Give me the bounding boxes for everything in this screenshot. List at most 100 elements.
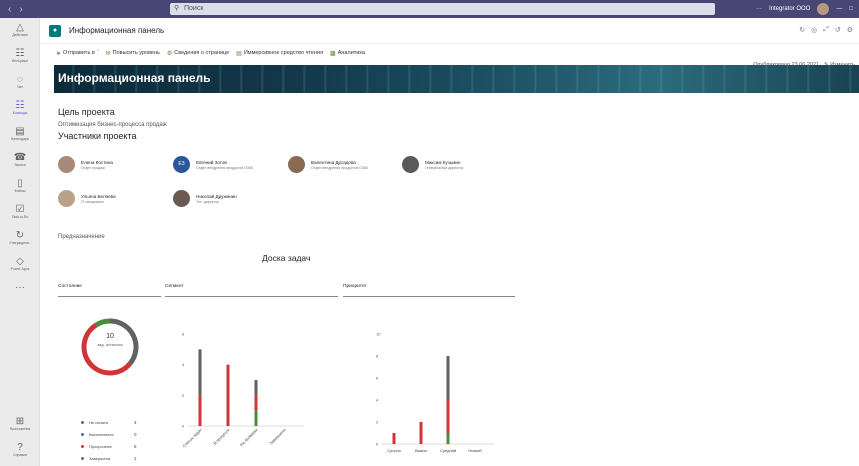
bar-segment[interactable] bbox=[254, 395, 258, 411]
section-divider bbox=[343, 296, 515, 297]
avatar bbox=[58, 156, 75, 173]
legend-dot bbox=[81, 433, 84, 436]
team-member[interactable]: Максим Кузьмин Генеральный директор bbox=[402, 156, 464, 173]
avatar bbox=[173, 190, 190, 207]
x-tick-label: На проверке bbox=[239, 427, 260, 448]
legend-dot bbox=[81, 421, 84, 424]
more-icon: ··· bbox=[15, 282, 25, 293]
forward-icon[interactable]: › bbox=[19, 4, 22, 15]
chat-icon: ◌ bbox=[17, 74, 23, 85]
member-name: Ульяна Беляева bbox=[81, 193, 116, 199]
bar-segment[interactable] bbox=[254, 380, 258, 396]
rail-item[interactable]: ☎ Звонки bbox=[0, 152, 40, 174]
rail-item[interactable]: ⊞ Приложения bbox=[0, 416, 40, 438]
legend-label: Выполняется bbox=[89, 432, 114, 437]
window-titlebar: ‹ › ⚲ Поиск ··· Integrator OOO — □ bbox=[0, 0, 859, 18]
rail-item[interactable]: ☑ Task.ru.Ro bbox=[0, 204, 40, 226]
avatar[interactable] bbox=[817, 3, 830, 15]
segment-bar-chart: 0 2 4 6 Список задач В процессе На проверке Зав… bbox=[181, 332, 304, 448]
chevron-down-icon: ˇ bbox=[96, 50, 99, 56]
avatar: ЕЗ bbox=[173, 156, 190, 173]
bar-segment[interactable] bbox=[446, 400, 450, 433]
teams-icon: ☷ bbox=[15, 100, 25, 111]
x-tick-label: Средний bbox=[440, 448, 456, 453]
y-tick-label: 6 bbox=[182, 332, 185, 337]
x-tick-label: Завершено bbox=[268, 427, 287, 446]
send-to-button[interactable]: ➤ Отправить вˇ bbox=[56, 50, 99, 57]
member-role: Отдел продаж bbox=[81, 165, 105, 170]
bar-segment[interactable] bbox=[254, 410, 258, 426]
x-tick-label: В процессе bbox=[212, 427, 231, 446]
y-tick-label: 2 bbox=[376, 420, 379, 425]
bar-segment[interactable] bbox=[392, 433, 396, 444]
legend-label: Не начата bbox=[89, 420, 108, 425]
hero-title: Информационная панель bbox=[58, 71, 211, 85]
promote-button[interactable]: ✉ Повысить уровень bbox=[106, 50, 160, 57]
y-tick-label: 4 bbox=[182, 362, 185, 367]
rail-item[interactable]: ? Справка bbox=[0, 442, 40, 464]
analytics-button[interactable]: ▩ Аналитика bbox=[330, 50, 365, 57]
member-name: Максим Кузьмин bbox=[425, 159, 461, 165]
expand-icon[interactable]: ⤢ bbox=[823, 26, 829, 34]
bar-segment[interactable] bbox=[226, 364, 230, 426]
cmd-label: Иммерсивное средство чтения bbox=[243, 50, 324, 56]
book-icon: ▤ bbox=[236, 50, 242, 57]
donut-label: зад. осталось bbox=[97, 342, 123, 347]
team-member[interactable]: Елена Костина Отдел продаж bbox=[58, 156, 113, 173]
rail-item[interactable]: ↻ Утверждени.. bbox=[0, 230, 40, 252]
bar-segment[interactable] bbox=[198, 395, 202, 426]
team-member[interactable]: Валентина Дроздова Отдел внедрения продук… bbox=[288, 156, 368, 173]
member-role: Отдел внедрения продуктов O365 bbox=[196, 165, 253, 170]
search-input[interactable]: ⚲ Поиск bbox=[170, 3, 715, 15]
cmd-label: Сведения о странице bbox=[174, 50, 230, 56]
legend-dot bbox=[81, 445, 84, 448]
team-member[interactable]: ЕЗ Евгений Зотов Отдел внедрения продуктов… bbox=[173, 156, 253, 173]
immersive-reader-button[interactable]: ▤ Иммерсивное средство чтения bbox=[236, 50, 323, 57]
phone-icon: ☎ bbox=[13, 152, 27, 163]
rail-item[interactable]: ◌ Чат bbox=[0, 74, 40, 96]
legend-item: Просрочена 6 bbox=[81, 444, 137, 449]
bar-segment[interactable] bbox=[419, 422, 423, 444]
team-member[interactable]: Николай Дружинин Тех. директор bbox=[173, 190, 237, 207]
rail-item[interactable]: △ Действия bbox=[0, 22, 40, 44]
section-divider bbox=[58, 296, 161, 297]
org-name[interactable]: Integrator OOO bbox=[769, 6, 810, 12]
rail-item-label: Файлы bbox=[14, 189, 26, 193]
member-role: IT-специалист bbox=[81, 199, 105, 204]
legend-value: 6 bbox=[134, 444, 137, 449]
section-state-label: Состояние bbox=[58, 284, 82, 289]
bar-segment[interactable] bbox=[446, 356, 450, 400]
rail-item-label: Task.ru.Ro bbox=[11, 215, 29, 219]
help-icon: ? bbox=[17, 442, 23, 453]
rail-item-label: Команды bbox=[12, 111, 28, 115]
more-options-icon[interactable]: ··· bbox=[756, 6, 762, 12]
rail-item[interactable]: ··· bbox=[0, 282, 40, 304]
reload-icon[interactable]: ↺ bbox=[835, 26, 841, 34]
y-tick-label: 6 bbox=[376, 376, 379, 381]
refresh-icon[interactable]: ↻ bbox=[799, 26, 805, 34]
rail-item[interactable]: ▤ Календарь bbox=[0, 126, 40, 148]
section-divider bbox=[165, 296, 338, 297]
globe-icon[interactable]: ◎ bbox=[811, 26, 817, 34]
team-heading: Участники проекта bbox=[58, 131, 137, 141]
x-tick-label: Важно bbox=[415, 448, 428, 453]
rail-item[interactable]: ▯ Файлы bbox=[0, 178, 40, 200]
y-tick-label: 2 bbox=[182, 393, 185, 398]
app-header: ● Информационная панель bbox=[40, 18, 859, 44]
rail-item[interactable]: ◇ Power Apps bbox=[0, 256, 40, 278]
app-rail: △ Действия ☷ Workplace ◌ Чат ☷ Команды ▤ Календар… bbox=[0, 18, 40, 466]
page-details-button[interactable]: ⚙ Сведения о странице bbox=[167, 50, 229, 57]
bar-segment[interactable] bbox=[446, 433, 450, 444]
rail-item[interactable]: ☷ Команды bbox=[0, 100, 40, 122]
x-tick-label: Срочно bbox=[387, 448, 402, 453]
rail-item-label: Workplace bbox=[11, 59, 29, 63]
rail-item[interactable]: ☷ Workplace bbox=[0, 48, 40, 70]
minimize-icon[interactable]: — bbox=[836, 6, 842, 12]
maximize-icon[interactable]: □ bbox=[849, 6, 853, 12]
cmd-label: Аналитика bbox=[337, 50, 365, 56]
gear-icon[interactable]: ⚙ bbox=[847, 26, 853, 34]
member-name: Валентина Дроздова bbox=[311, 159, 356, 165]
back-icon[interactable]: ‹ bbox=[8, 4, 11, 15]
team-member[interactable]: Ульяна Беляева IT-специалист bbox=[58, 190, 116, 207]
bar-segment[interactable] bbox=[198, 349, 202, 396]
